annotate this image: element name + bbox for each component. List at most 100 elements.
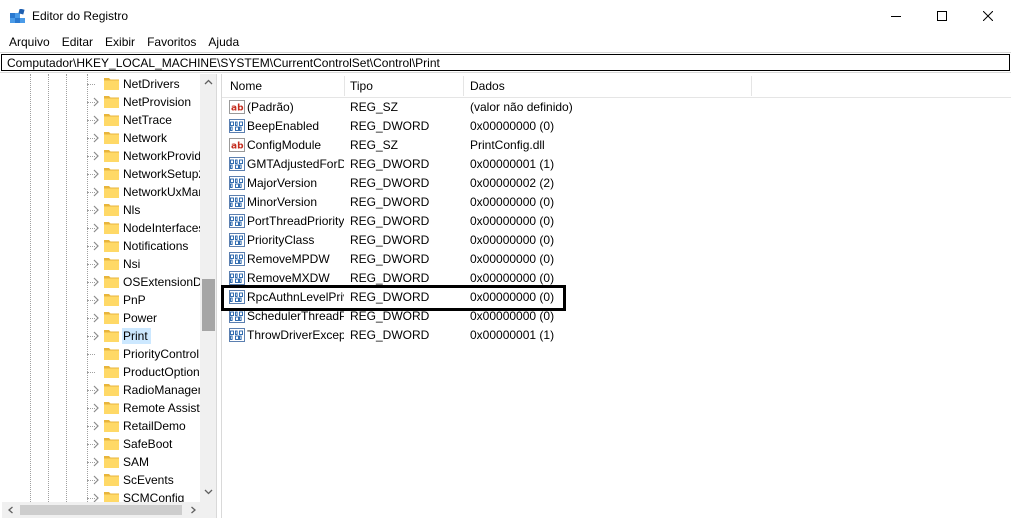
tree-item[interactable]: NetProvision [2, 93, 200, 111]
tree-item-label: SafeBoot [123, 437, 173, 451]
tree-item[interactable]: NetworkSetup2 [2, 165, 200, 183]
tree-item[interactable]: Nls [2, 201, 200, 219]
chevron-right-icon[interactable] [91, 295, 101, 305]
value-type: REG_DWORD [350, 309, 430, 323]
chevron-right-icon[interactable] [91, 241, 101, 251]
menu-editar[interactable]: Editar [56, 32, 99, 52]
tree-item[interactable]: NetworkProvider [2, 147, 200, 165]
tree-item-label: PriorityControl [123, 347, 200, 361]
tree-item-label: Notifications [123, 239, 189, 253]
chevron-right-icon[interactable] [91, 457, 101, 467]
menu-arquivo[interactable]: Arquivo [3, 32, 56, 52]
value-row[interactable]: MinorVersion REG_DWORD 0x00000000 (0) [222, 193, 982, 212]
tree-item-label: NetProvision [123, 95, 192, 109]
tree-item-label: Nls [123, 203, 141, 217]
tree-item[interactable]: Nsi [2, 255, 200, 273]
tree-item[interactable]: NetworkUxManager [2, 183, 200, 201]
chevron-right-icon[interactable] [91, 313, 101, 323]
tree-vertical-scroll-thumb[interactable] [202, 279, 215, 331]
column-header-type[interactable]: Tipo [350, 79, 373, 93]
chevron-right-icon[interactable] [91, 277, 101, 287]
tree-item[interactable]: Power [2, 309, 200, 327]
binary-value-icon [229, 157, 245, 171]
value-type: REG_DWORD [350, 214, 430, 228]
tree-item[interactable]: PnP [2, 291, 200, 309]
value-row[interactable]: BeepEnabled REG_DWORD 0x00000000 (0) [222, 117, 982, 136]
value-row[interactable]: RemoveMPDW REG_DWORD 0x00000000 (0) [222, 250, 982, 269]
value-row[interactable]: PortThreadPriority REG_DWORD 0x00000000 (0… [222, 212, 982, 231]
tree-item[interactable]: RadioManagement [2, 381, 200, 399]
tree-item[interactable]: RetailDemo [2, 417, 200, 435]
chevron-right-icon[interactable] [91, 385, 101, 395]
tree-item[interactable]: NetTrace [2, 111, 200, 129]
chevron-right-icon[interactable] [91, 133, 101, 143]
key-tree[interactable]: NetDrivers NetProvision NetTrace Network Net… [2, 74, 217, 518]
chevron-right-icon[interactable] [91, 439, 101, 449]
highlight-annotation-box [221, 285, 566, 311]
folder-icon [104, 78, 119, 90]
tree-item[interactable]: OSExtensionDatabase [2, 273, 200, 291]
chevron-right-icon[interactable] [91, 151, 101, 161]
chevron-right-icon[interactable] [91, 97, 101, 107]
tree-item[interactable]: Print [2, 327, 200, 345]
tree-item[interactable]: SafeBoot [2, 435, 200, 453]
chevron-right-icon[interactable] [91, 475, 101, 485]
value-row[interactable]: GMTAdjustedForDST REG_DWORD 0x00000001 (1) [222, 155, 982, 174]
value-row[interactable]: ThrowDriverException REG_DWORD 0x00000001 … [222, 326, 982, 345]
tree-item-label: RetailDemo [123, 419, 186, 433]
maximize-button[interactable] [919, 0, 965, 32]
tree-item[interactable]: ProductOptions [2, 363, 200, 381]
scroll-right-icon[interactable] [189, 506, 197, 514]
menu-ajuda[interactable]: Ajuda [202, 32, 245, 52]
tree-item[interactable]: PriorityControl [2, 345, 200, 363]
chevron-right-icon[interactable] [91, 205, 101, 215]
scroll-up-icon[interactable] [204, 78, 213, 87]
scroll-down-icon[interactable] [204, 487, 213, 496]
address-bar[interactable]: Computador\HKEY_LOCAL_MACHINE\SYSTEM\Cur… [0, 52, 1011, 73]
column-divider[interactable] [463, 76, 464, 96]
column-divider[interactable] [751, 76, 752, 96]
tree-item[interactable]: NodeInterfaces [2, 219, 200, 237]
tree-item[interactable]: Network [2, 129, 200, 147]
chevron-right-icon[interactable] [91, 331, 101, 341]
tree-item-label: Power [123, 311, 158, 325]
folder-icon [104, 384, 119, 396]
value-data: 0x00000000 (0) [470, 233, 555, 247]
tree-item[interactable]: ScEvents [2, 471, 200, 489]
value-type: REG_SZ [350, 100, 399, 114]
tree-horizontal-scroll-thumb[interactable] [20, 505, 182, 515]
value-row[interactable]: PriorityClass REG_DWORD 0x00000000 (0) [222, 231, 982, 250]
column-header-data[interactable]: Dados [470, 79, 505, 93]
column-divider[interactable] [344, 76, 345, 96]
tree-item[interactable]: NetDrivers [2, 75, 200, 93]
chevron-right-icon[interactable] [91, 403, 101, 413]
values-list-header: Nome Tipo Dados [222, 74, 1011, 98]
folder-icon [104, 96, 119, 108]
chevron-right-icon[interactable] [91, 259, 101, 269]
minimize-button[interactable] [873, 0, 919, 32]
chevron-right-icon[interactable] [91, 223, 101, 233]
close-button[interactable] [965, 0, 1011, 32]
binary-value-icon [229, 195, 245, 209]
value-type: REG_DWORD [350, 271, 430, 285]
value-row[interactable]: MajorVersion REG_DWORD 0x00000002 (2) [222, 174, 982, 193]
tree-item[interactable]: Remote Assistance [2, 399, 200, 417]
chevron-right-icon[interactable] [91, 421, 101, 431]
binary-value-icon [229, 233, 245, 247]
tree-item[interactable]: Notifications [2, 237, 200, 255]
value-row[interactable]: ab (Padrão) REG_SZ (valor não definido) [222, 98, 982, 117]
close-icon [983, 11, 993, 21]
menu-exibir[interactable]: Exibir [99, 32, 141, 52]
scroll-left-icon[interactable] [7, 506, 15, 514]
tree-horizontal-scrollbar[interactable] [2, 502, 216, 518]
tree-item[interactable]: SAM [2, 453, 200, 471]
chevron-right-icon[interactable] [91, 187, 101, 197]
address-path[interactable]: Computador\HKEY_LOCAL_MACHINE\SYSTEM\Cur… [7, 56, 440, 70]
menu-favoritos[interactable]: Favoritos [141, 32, 202, 52]
column-header-name[interactable]: Nome [230, 79, 262, 93]
chevron-right-icon[interactable] [91, 115, 101, 125]
value-row[interactable]: ab ConfigModule REG_SZ PrintConfig.dll [222, 136, 982, 155]
chevron-right-icon[interactable] [91, 169, 101, 179]
menu-bar: Arquivo Editar Exibir Favoritos Ajuda [0, 32, 1011, 52]
tree-vertical-scrollbar[interactable] [200, 74, 216, 502]
